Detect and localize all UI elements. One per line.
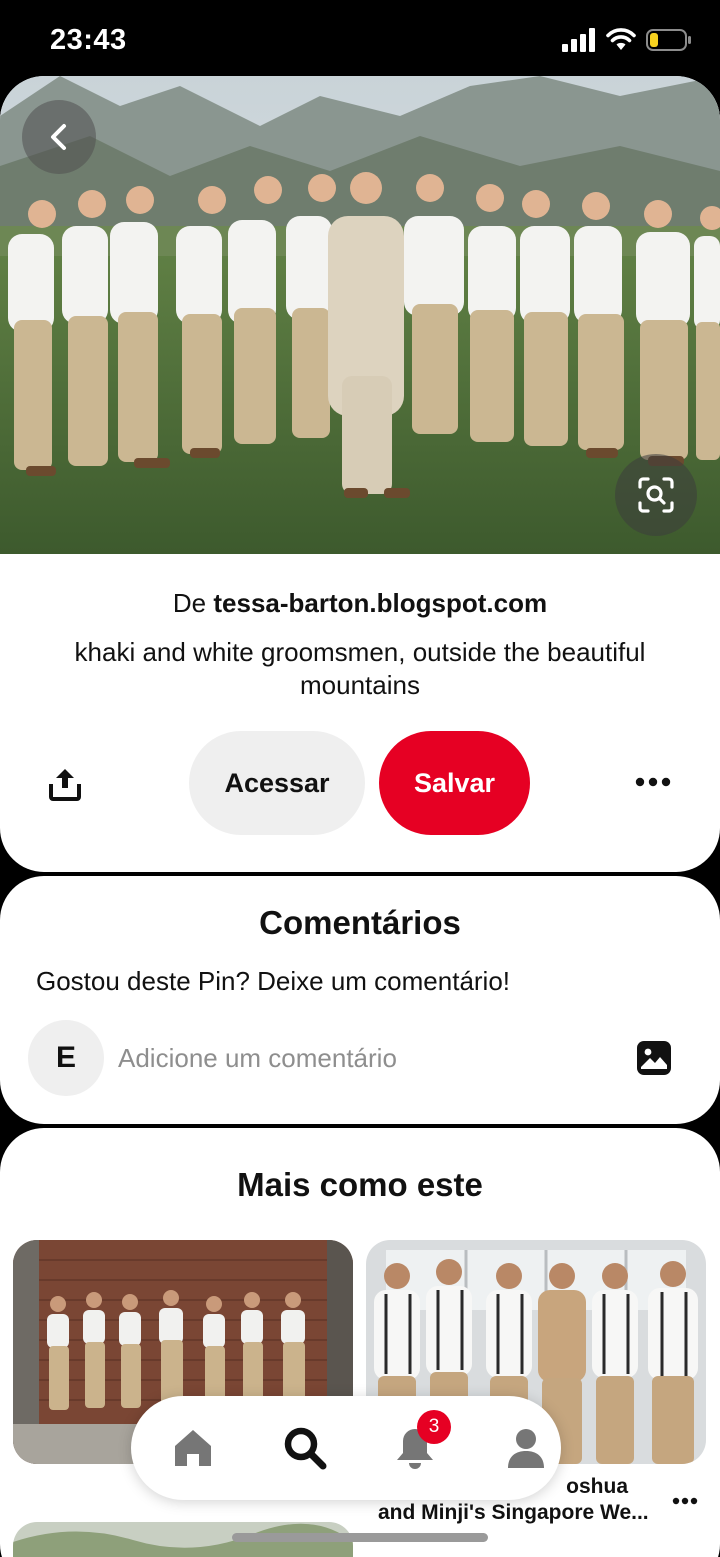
comments-prompt: Gostou deste Pin? Deixe um comentário!: [36, 966, 511, 996]
pin-action-row: Acessar Salvar: [0, 731, 720, 835]
source-prefix: De: [172, 588, 214, 618]
back-button[interactable]: [22, 100, 96, 174]
status-time: 23:43: [50, 24, 127, 56]
share-button[interactable]: [42, 761, 88, 807]
save-button[interactable]: Salvar: [379, 731, 530, 835]
avatar[interactable]: E: [28, 1020, 104, 1096]
share-icon: [49, 769, 81, 801]
nav-profile[interactable]: [498, 1420, 554, 1476]
cellular-signal-icon: [562, 28, 595, 52]
more-like-this-title: Mais como este: [237, 1166, 483, 1203]
nav-home[interactable]: [165, 1420, 221, 1476]
pin-description: khaki and white groomsmen, outside the b…: [74, 637, 646, 700]
image-icon[interactable]: [636, 1040, 672, 1076]
comments-title: Comentários: [259, 904, 461, 941]
comment-input[interactable]: [118, 1036, 598, 1080]
pin-card: De tessa-barton.blogspot.com khaki and w…: [0, 76, 720, 872]
home-icon: [175, 1430, 211, 1466]
pin-image[interactable]: [0, 76, 720, 554]
pin-detail-screen: 23:43 De tessa-barton.blogspot.com khaki…: [0, 0, 720, 1557]
more-options-icon: [635, 777, 671, 787]
notification-badge: 3: [417, 1410, 451, 1444]
status-bar: 23:43: [0, 0, 720, 80]
wifi-icon: [606, 28, 636, 50]
comments-card: Comentários Gostou deste Pin? Deixe um c…: [0, 876, 720, 1124]
source-domain-link[interactable]: tessa-barton.blogspot.com: [213, 588, 547, 618]
battery-low-icon: [646, 29, 691, 51]
visual-search-icon: [638, 477, 674, 513]
more-options-icon: [672, 1497, 698, 1505]
bottom-navigation: 3: [131, 1396, 561, 1500]
search-icon: [284, 1427, 327, 1470]
profile-icon: [508, 1429, 544, 1468]
related-pin-2-more-button[interactable]: [672, 1492, 700, 1512]
nav-search[interactable]: [277, 1420, 333, 1476]
pin-source[interactable]: De tessa-barton.blogspot.com: [0, 588, 720, 619]
groomsmen-photo: [0, 76, 720, 554]
related-pin-2-caption-line2: and Minji's Singapore We...: [378, 1501, 649, 1524]
status-icons: [562, 28, 692, 52]
back-chevron-icon: [51, 124, 66, 150]
visit-button[interactable]: Acessar: [189, 731, 365, 835]
home-indicator[interactable]: [232, 1533, 488, 1542]
more-options-button[interactable]: [630, 767, 676, 797]
visual-search-button[interactable]: [615, 454, 697, 536]
